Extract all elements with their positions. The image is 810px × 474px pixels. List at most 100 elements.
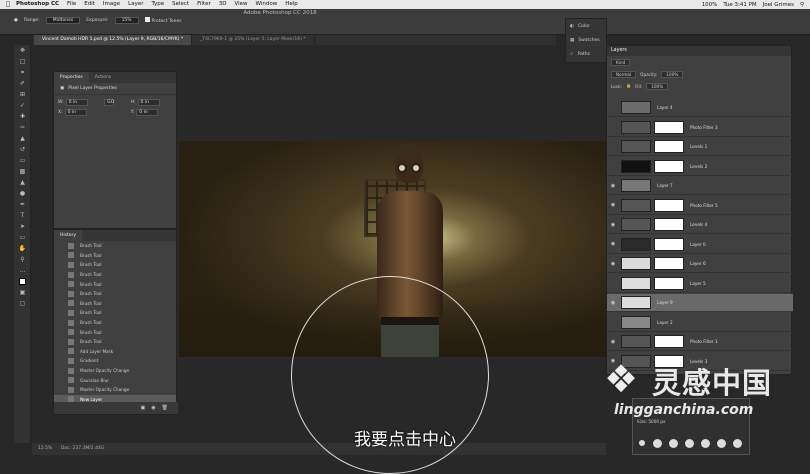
layer-mask-thumbnail[interactable] xyxy=(654,276,684,290)
width-field[interactable]: W: 0 in xyxy=(58,99,100,106)
user-name[interactable]: Joel Grimes xyxy=(763,2,794,8)
layer-row[interactable]: ◉ Layer 0 xyxy=(607,236,793,254)
blur-tool-icon[interactable]: ▲ xyxy=(14,177,31,188)
crop-tool-icon[interactable]: ⊞ xyxy=(14,89,31,100)
layer-mask-thumbnail[interactable] xyxy=(654,140,684,153)
link-icon[interactable]: GO xyxy=(104,99,126,106)
layer-row[interactable]: Layer 2 xyxy=(607,314,793,332)
layer-row[interactable]: Levels 2 xyxy=(607,158,793,176)
opacity-input[interactable]: 100% xyxy=(661,70,684,78)
path-select-tool-icon[interactable]: ➤ xyxy=(14,221,31,232)
menu-layer[interactable]: Layer xyxy=(128,0,143,9)
history-item[interactable]: Master Opacity Change xyxy=(54,385,176,395)
layer-row[interactable]: Layer 4 xyxy=(607,99,793,117)
eraser-tool-icon[interactable]: ▭ xyxy=(14,155,31,166)
new-document-icon[interactable]: ▣ xyxy=(141,405,146,411)
stamp-tool-icon[interactable]: ▲ xyxy=(14,133,31,144)
menu-image[interactable]: Image xyxy=(103,0,120,9)
tab-document-1[interactable]: Vincent Damoti HDR 1.psd @ 12.5% (Layer … xyxy=(34,35,193,45)
layer-mask-thumbnail[interactable] xyxy=(654,237,684,251)
layer-thumbnail[interactable] xyxy=(621,159,651,173)
lasso-tool-icon[interactable]: ⚭ xyxy=(14,67,31,78)
layer-thumbnail[interactable] xyxy=(621,335,651,348)
history-item[interactable]: Brush Tool xyxy=(54,260,176,270)
layer-thumbnail[interactable] xyxy=(621,140,651,153)
menu-select[interactable]: Select xyxy=(172,0,189,9)
visibility-eye-icon[interactable]: ◉ xyxy=(607,261,619,267)
marquee-tool-icon[interactable]: □ xyxy=(14,56,31,67)
menu-type[interactable]: Type xyxy=(151,0,164,9)
layers-title[interactable]: Layers xyxy=(607,46,791,56)
layer-thumbnail[interactable] xyxy=(621,179,651,192)
layer-thumbnail[interactable] xyxy=(621,296,651,309)
layer-thumbnail[interactable] xyxy=(621,257,651,270)
apple-icon[interactable]:  xyxy=(0,1,16,8)
quick-mask-icon[interactable]: ▣ xyxy=(14,287,31,298)
history-item[interactable]: Master Opacity Change xyxy=(54,366,176,376)
layer-row[interactable]: ◉ Photo Filter 5 xyxy=(607,197,793,215)
layer-row[interactable]: Layer 5 xyxy=(607,275,793,293)
menu-3d[interactable]: 3D xyxy=(219,0,227,9)
layer-row[interactable]: ◉ Levels 4 xyxy=(607,216,793,234)
color-panel-button[interactable]: ◐ Color xyxy=(566,19,606,33)
history-item[interactable]: Brush Tool xyxy=(54,327,176,337)
layer-mask-thumbnail[interactable] xyxy=(654,198,684,212)
layer-row[interactable]: Levels 1 xyxy=(607,138,793,156)
lock-icon[interactable]: 🔒 xyxy=(626,83,631,89)
brush-tool-icon[interactable]: ✑ xyxy=(14,122,31,133)
history-item[interactable]: Brush Tool xyxy=(54,318,176,328)
menu-view[interactable]: View xyxy=(234,0,247,9)
visibility-eye-icon[interactable]: ◉ xyxy=(607,222,619,228)
layer-filter-select[interactable]: Kind xyxy=(611,58,631,66)
menu-edit[interactable]: Edit xyxy=(84,0,95,9)
layer-row[interactable]: ◉ Layer 6 xyxy=(607,255,793,273)
menu-help[interactable]: Help xyxy=(285,0,298,9)
trash-icon[interactable]: 🗑 xyxy=(162,405,168,411)
move-tool-icon[interactable]: ✥ xyxy=(14,45,31,56)
layer-mask-thumbnail[interactable] xyxy=(654,335,684,348)
layer-row[interactable]: ◉ Layer 7 xyxy=(607,177,793,195)
layer-mask-thumbnail[interactable] xyxy=(654,159,684,173)
history-item[interactable]: Brush Tool xyxy=(54,337,176,347)
history-item[interactable]: Brush Tool xyxy=(54,289,176,299)
history-title[interactable]: History xyxy=(54,230,83,241)
shape-tool-icon[interactable]: ▭ xyxy=(14,232,31,243)
pen-tool-icon[interactable]: ✒ xyxy=(14,199,31,210)
history-brush-tool-icon[interactable]: ↺ xyxy=(14,144,31,155)
history-item[interactable]: Gaussian Blur xyxy=(54,375,176,385)
history-item[interactable]: Gradient xyxy=(54,356,176,366)
menu-file[interactable]: File xyxy=(67,0,76,9)
color-swatch-icon[interactable] xyxy=(14,276,31,287)
layer-thumbnail[interactable] xyxy=(621,276,651,290)
snapshot-icon[interactable]: ◉ xyxy=(151,405,155,411)
layer-row[interactable]: ◉ Layer 9 xyxy=(607,294,793,312)
gradient-tool-icon[interactable]: ▩ xyxy=(14,166,31,177)
visibility-eye-icon[interactable]: ◉ xyxy=(607,339,619,345)
dodge-tool-icon[interactable]: ● xyxy=(14,188,31,199)
layer-thumbnail[interactable] xyxy=(621,218,651,231)
layer-thumbnail[interactable] xyxy=(621,198,651,212)
dodge-tool-icon[interactable]: ● xyxy=(14,18,18,23)
tab-properties[interactable]: Properties xyxy=(54,72,89,83)
x-field[interactable]: X: 0 in xyxy=(58,109,100,116)
history-item[interactable]: Brush Tool xyxy=(54,299,176,309)
more-tools-icon[interactable]: … xyxy=(14,265,31,276)
tab-actions[interactable]: Actions xyxy=(89,72,117,83)
history-item[interactable]: Brush Tool xyxy=(54,308,176,318)
screen-mode-icon[interactable]: ▢ xyxy=(14,298,31,309)
history-item[interactable]: Brush Tool xyxy=(54,241,176,251)
layer-thumbnail[interactable] xyxy=(621,120,651,134)
search-icon[interactable]: ⚲ xyxy=(800,2,804,8)
history-item[interactable]: Brush Tool xyxy=(54,270,176,280)
menu-filter[interactable]: Filter xyxy=(197,0,211,9)
zoom-tool-icon[interactable]: ⚲ xyxy=(14,254,31,265)
protect-tones-checkbox[interactable]: Protect Tones xyxy=(144,17,182,24)
blend-mode-select[interactable]: Normal xyxy=(611,70,637,78)
swatches-panel-button[interactable]: ▦ Swatches xyxy=(566,33,606,47)
height-field[interactable]: H: 0 in xyxy=(131,99,172,106)
history-item[interactable]: Brush Tool xyxy=(54,279,176,289)
history-item[interactable]: Add Layer Mask xyxy=(54,347,176,357)
healing-tool-icon[interactable]: ✚ xyxy=(14,111,31,122)
exposure-input[interactable]: 15% xyxy=(114,17,139,24)
paths-panel-button[interactable]: ✓ Paths xyxy=(566,47,606,61)
